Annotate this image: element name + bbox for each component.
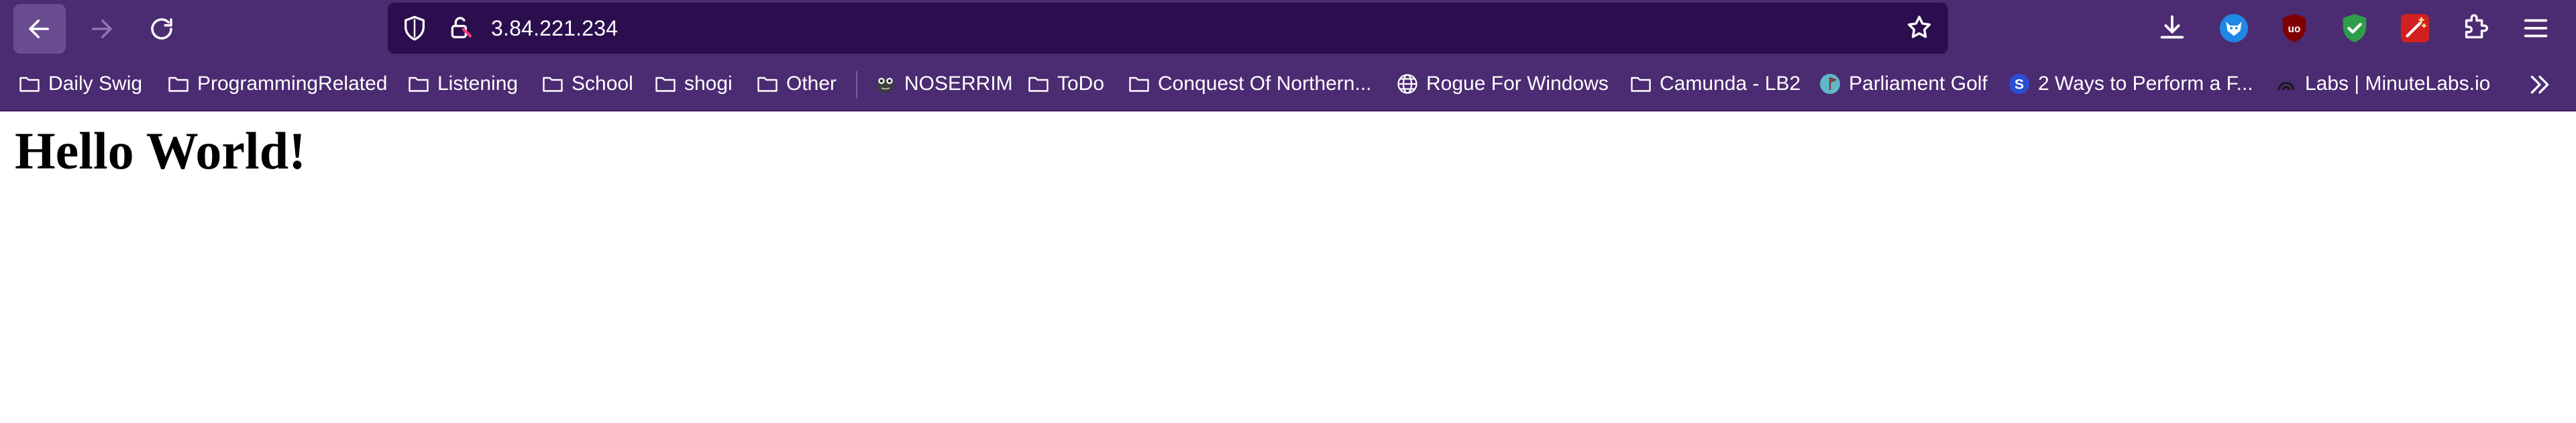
- bookmark-school[interactable]: School: [541, 58, 633, 110]
- shield-check-icon: [2343, 13, 2367, 43]
- bookmark-other[interactable]: Other: [755, 58, 837, 110]
- bookmark-conquest-of-northern[interactable]: Conquest Of Northern...: [1127, 58, 1372, 110]
- back-arrow-icon: [29, 19, 49, 38]
- bookmarks-toolbar: Daily Swig ProgrammingRelated Listening …: [0, 58, 2576, 111]
- folder-icon: [1629, 72, 1653, 96]
- bookmark-noserrim[interactable]: NOSERRIM: [873, 58, 1013, 110]
- bookmark-label: Rogue For Windows: [1426, 73, 1609, 95]
- bookmark-labs-minutelabs[interactable]: Labs | MinuteLabs.io: [2274, 58, 2490, 110]
- bookmark-camunda-lb2[interactable]: Camunda - LB2: [1629, 58, 1801, 110]
- bookmark-label: Parliament Golf: [1849, 73, 1988, 95]
- ublock-icon: uo: [2282, 13, 2306, 43]
- reload-icon: [151, 18, 172, 40]
- bookmark-label: Daily Swig: [48, 73, 143, 95]
- bookmark-label: Conquest Of Northern...: [1158, 73, 1372, 95]
- downloads-button[interactable]: [2156, 12, 2188, 44]
- svg-text:S: S: [2015, 77, 2024, 93]
- chevron-double-right-icon[interactable]: [2526, 71, 2553, 98]
- forward-button[interactable]: [75, 4, 127, 54]
- wand-icon: [2400, 13, 2430, 43]
- bookmark-rogue-for-windows[interactable]: Rogue For Windows: [1395, 58, 1609, 110]
- puzzle-icon: [2465, 14, 2488, 39]
- bookmark-label: Labs | MinuteLabs.io: [2305, 73, 2491, 95]
- parliament-golf-icon: [1818, 72, 1842, 96]
- svg-text:uo: uo: [2288, 23, 2301, 35]
- page-heading: Hello World!: [15, 122, 307, 180]
- address-bar[interactable]: 3.84.221.234: [388, 3, 1948, 54]
- wand-extension-button[interactable]: [2399, 12, 2431, 44]
- shield-icon[interactable]: [401, 15, 428, 42]
- folder-icon: [407, 72, 431, 96]
- folder-icon: [17, 72, 42, 96]
- folder-icon: [1026, 72, 1051, 96]
- back-button[interactable]: [13, 4, 66, 54]
- bookmark-2-ways-to-perform[interactable]: S 2 Ways to Perform a F...: [2007, 58, 2253, 110]
- bookmark-label: 2 Ways to Perform a F...: [2038, 73, 2253, 95]
- ublock-button[interactable]: uo: [2278, 12, 2310, 44]
- s-logo-icon: S: [2007, 72, 2031, 96]
- star-icon[interactable]: [1905, 13, 1933, 42]
- extension-fox-button[interactable]: [2218, 12, 2250, 44]
- bookmark-label: Other: [786, 73, 837, 95]
- bookmarks-separator: [856, 71, 857, 98]
- bookmark-label: School: [572, 73, 633, 95]
- frog-icon: [873, 72, 898, 96]
- extension-fox-icon: [2219, 13, 2249, 43]
- folder-icon: [541, 72, 565, 96]
- app-menu-button[interactable]: [2520, 12, 2552, 44]
- forward-arrow-icon: [92, 19, 112, 38]
- lock-icon[interactable]: [447, 15, 474, 42]
- bookmark-label: shogi: [684, 73, 733, 95]
- browser-toolbar: 3.84.221.234 uo: [0, 0, 2576, 58]
- bookmark-listening[interactable]: Listening: [407, 58, 518, 110]
- reload-button[interactable]: [136, 4, 188, 54]
- bookmark-label: ToDo: [1057, 73, 1105, 95]
- menu-icon: [2524, 19, 2548, 38]
- bookmark-todo[interactable]: ToDo: [1026, 58, 1104, 110]
- url-text[interactable]: 3.84.221.234: [491, 3, 618, 54]
- globe-icon: [1395, 72, 1419, 96]
- download-icon: [2160, 15, 2184, 39]
- bookmark-shogi[interactable]: shogi: [653, 58, 733, 110]
- bookmark-daily-swig[interactable]: Daily Swig: [17, 58, 142, 110]
- bookmark-label: Listening: [437, 73, 519, 95]
- extensions-button[interactable]: [2459, 12, 2491, 44]
- folder-icon: [1127, 72, 1151, 96]
- bookmark-parliament-golf[interactable]: Parliament Golf: [1818, 58, 1988, 110]
- shield-check-button[interactable]: [2339, 12, 2371, 44]
- bookmark-label: ProgrammingRelated: [197, 73, 388, 95]
- folder-icon: [755, 72, 780, 96]
- folder-icon: [653, 72, 678, 96]
- folder-icon: [166, 72, 191, 96]
- bookmark-label: Camunda - LB2: [1660, 73, 1801, 95]
- bookmark-label: NOSERRIM: [904, 73, 1013, 95]
- bookmark-programmingrelated[interactable]: ProgrammingRelated: [166, 58, 387, 110]
- minutelabs-icon: [2274, 72, 2298, 96]
